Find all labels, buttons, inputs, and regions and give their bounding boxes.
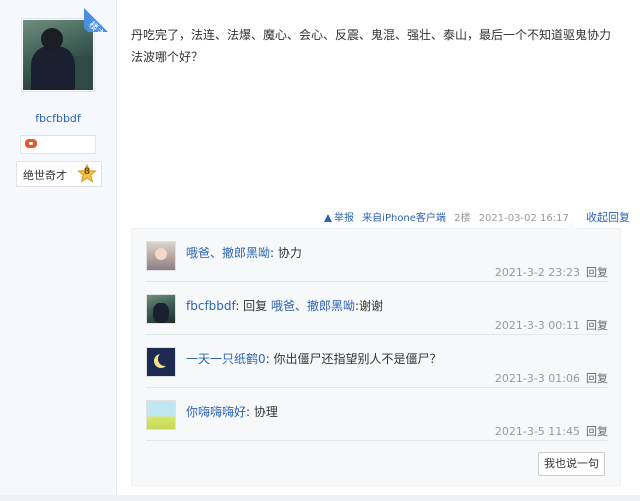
- post-tail: 举报 来自iPhone客户端 2楼 2021-03-02 16:17 收起回复: [319, 209, 630, 227]
- reply-meta: 2021-3-2 23:23 回复: [494, 266, 608, 279]
- avatar[interactable]: [146, 241, 176, 271]
- bottom-divider: [0, 495, 640, 501]
- avatar[interactable]: [146, 347, 176, 377]
- reply-username[interactable]: 你嗨嗨嗨好: [186, 405, 246, 419]
- reply-to-username[interactable]: 哦爸、撤郎黑呦: [271, 299, 355, 313]
- reply-button[interactable]: 回复: [586, 266, 608, 279]
- floor-number: 2楼: [454, 213, 471, 224]
- louzhu-badge: 楼主: [84, 0, 116, 32]
- warning-icon: [323, 214, 332, 222]
- reply-line: fbcfbbdf: 回复 哦爸、撤郎黑呦:谢谢: [186, 299, 384, 313]
- list-item: 一天一只纸鹤0: 你出僵尸还指望别人不是僵尸？ 2021-3-3 01:06 回复: [146, 335, 608, 388]
- reply-button[interactable]: 回复: [586, 372, 608, 385]
- post-datetime: 2021-03-02 16:17: [478, 213, 569, 224]
- level-number: 8: [83, 167, 91, 177]
- post-text: 丹吃完了，法连、法爆、魔心、会心、反震、鬼混、强壮、泰山，最后一个不知道驱鬼协力…: [131, 28, 612, 64]
- level-title: 绝世奇才: [23, 169, 67, 182]
- list-item: fbcfbbdf: 回复 哦爸、撤郎黑呦:谢谢 2021-3-3 00:11 回复: [146, 282, 608, 335]
- reply-meta: 2021-3-3 00:11 回复: [494, 319, 608, 332]
- list-item: 哦爸、撤郎黑呦: 协力 2021-3-2 23:23 回复: [146, 229, 608, 282]
- reply-line: 哦爸、撤郎黑呦: 协力: [186, 246, 302, 260]
- reply-line: 一天一只纸鹤0: 你出僵尸还指望别人不是僵尸？: [186, 352, 442, 366]
- client-link[interactable]: 来自iPhone客户端: [362, 213, 446, 224]
- say-something-button[interactable]: 我也说一句: [538, 452, 605, 476]
- avatar[interactable]: [146, 294, 176, 324]
- reply-button[interactable]: 回复: [586, 425, 608, 438]
- reply-username[interactable]: fbcfbbdf: [186, 299, 235, 313]
- reply-username[interactable]: 一天一只纸鹤0: [186, 352, 266, 366]
- avatar[interactable]: [146, 400, 176, 430]
- gamepad-icon[interactable]: [25, 139, 37, 148]
- list-item: 你嗨嗨嗨好: 协理 2021-3-5 11:45 回复: [146, 388, 608, 441]
- report-link[interactable]: 举报: [323, 213, 354, 224]
- author-username[interactable]: fbcfbbdf: [0, 112, 116, 125]
- author-badges: [20, 135, 96, 154]
- level-star-icon: 8: [77, 163, 97, 184]
- reply-line: 你嗨嗨嗨好: 协理: [186, 405, 278, 419]
- author-sidebar: 楼主 fbcfbbdf 绝世奇才 8: [0, 0, 117, 501]
- reply-username[interactable]: 哦爸、撤郎黑呦: [186, 246, 270, 260]
- collapse-replies-link[interactable]: 收起回复: [586, 211, 630, 224]
- reply-list: 哦爸、撤郎黑呦: 协力 2021-3-2 23:23 回复 fbcfbbdf: 回…: [131, 222, 621, 486]
- avatar-image: [23, 20, 93, 90]
- reply-button[interactable]: 回复: [586, 319, 608, 332]
- author-level[interactable]: 绝世奇才 8: [16, 161, 102, 187]
- reply-meta: 2021-3-5 11:45 回复: [494, 425, 608, 438]
- reply-meta: 2021-3-3 01:06 回复: [494, 372, 608, 385]
